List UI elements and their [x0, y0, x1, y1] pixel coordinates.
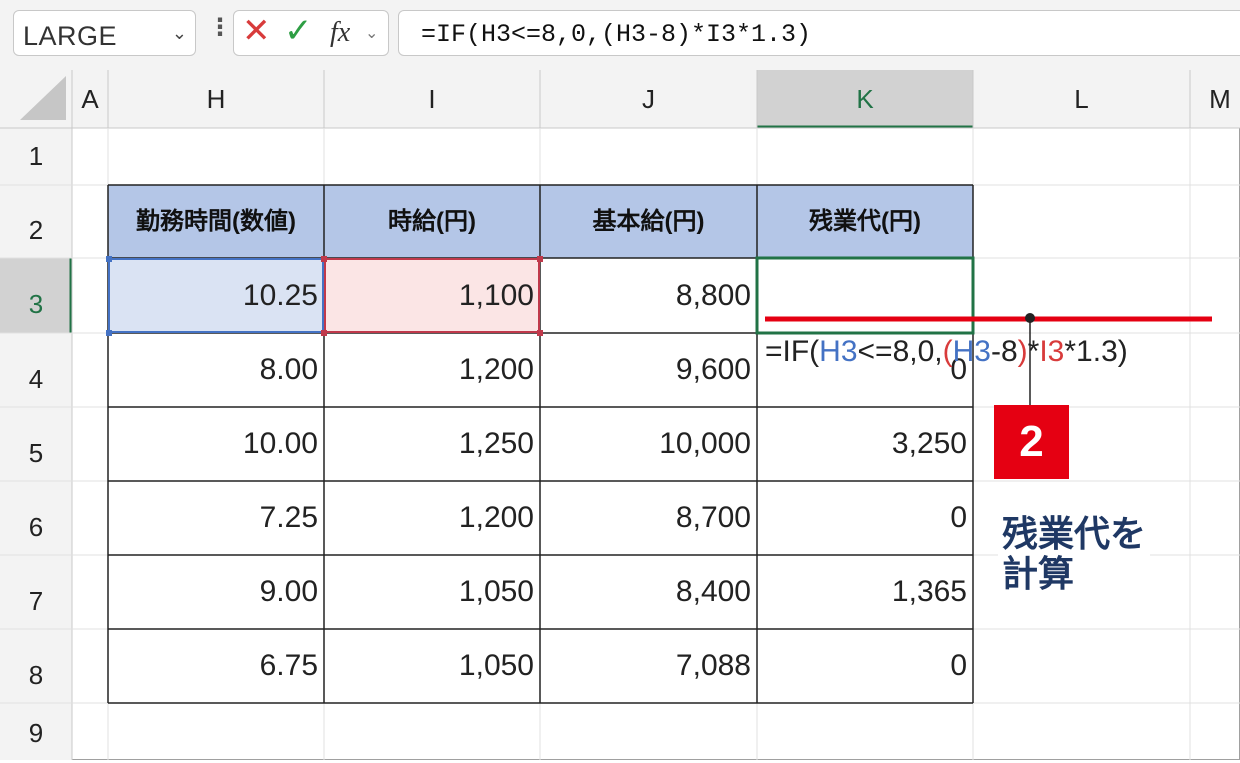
- header-overtime-pay[interactable]: 残業代(円): [757, 185, 973, 258]
- callout-line-1: 残業代を: [1002, 513, 1147, 554]
- formula-text: =IF(H3<=8,0,(H3-8)*I3*1.3): [421, 20, 812, 49]
- cell-j6[interactable]: 8,700: [540, 481, 757, 555]
- reference-h3: H3: [819, 335, 858, 368]
- formula-bar: LARGE ⌄ ⋮ ✕ ✓ fx ⌄ =IF(H3<=8,0,(H3-8)*I3…: [0, 0, 1240, 70]
- column-header-j[interactable]: J: [540, 70, 757, 128]
- cell-h5[interactable]: 10.00: [108, 407, 324, 481]
- row-header-4[interactable]: 4: [0, 333, 72, 407]
- cell-i6[interactable]: 1,200: [324, 481, 540, 555]
- cell-j8[interactable]: 7,088: [540, 629, 757, 703]
- formula-part: -8: [990, 335, 1018, 368]
- callout-text: 残業代を 計算: [998, 512, 1151, 596]
- row-header-9[interactable]: 9: [0, 703, 72, 760]
- cell-k3-editing[interactable]: =IF(H3<=8,0,(H3-8)*I3*1.3): [765, 335, 1128, 369]
- chevron-down-icon[interactable]: ⌄: [365, 23, 378, 43]
- more-options-icon[interactable]: ⋮: [208, 16, 232, 40]
- header-hourly-wage[interactable]: 時給(円): [324, 185, 540, 258]
- enter-icon[interactable]: ✓: [284, 14, 313, 48]
- cell-k8[interactable]: 0: [757, 629, 973, 703]
- formula-input[interactable]: =IF(H3<=8,0,(H3-8)*I3*1.3): [398, 10, 1240, 56]
- row-header-7[interactable]: 7: [0, 555, 72, 629]
- reference-i3: I3: [1039, 335, 1065, 368]
- formula-part: *1.3): [1064, 335, 1128, 368]
- column-header-h[interactable]: H: [108, 70, 324, 128]
- cell-j5[interactable]: 10,000: [540, 407, 757, 481]
- formula-part: <=8,0,: [857, 335, 943, 368]
- cell-j7[interactable]: 8,400: [540, 555, 757, 629]
- formula-part: =IF(: [765, 335, 820, 368]
- row-header-1[interactable]: 1: [0, 128, 72, 185]
- name-box[interactable]: LARGE ⌄: [13, 10, 196, 56]
- reference-h3: H3: [952, 335, 991, 368]
- cell-j3[interactable]: 8,800: [540, 258, 757, 333]
- row-header-3[interactable]: 3: [0, 258, 72, 333]
- cell-h6[interactable]: 7.25: [108, 481, 324, 555]
- name-box-value: LARGE: [23, 21, 118, 51]
- cell-k5[interactable]: 3,250: [757, 407, 973, 481]
- cell-h7[interactable]: 9.00: [108, 555, 324, 629]
- cell-i8[interactable]: 1,050: [324, 629, 540, 703]
- column-header-m[interactable]: M: [1190, 70, 1240, 128]
- formula-buttons: ✕ ✓ fx ⌄: [233, 10, 389, 56]
- formula-paren: (: [942, 335, 953, 368]
- row-header-8[interactable]: 8: [0, 629, 72, 703]
- column-header-i[interactable]: I: [324, 70, 540, 128]
- row-header-2[interactable]: 2: [0, 185, 72, 258]
- chevron-down-icon[interactable]: ⌄: [172, 23, 187, 44]
- cell-h4[interactable]: 8.00: [108, 333, 324, 407]
- formula-part: *: [1027, 335, 1040, 368]
- cell-i3[interactable]: 1,100: [324, 258, 540, 333]
- cell-j4[interactable]: 9,600: [540, 333, 757, 407]
- header-base-pay[interactable]: 基本給(円): [540, 185, 757, 258]
- cell-k7[interactable]: 1,365: [757, 555, 973, 629]
- insert-function-icon[interactable]: fx: [330, 17, 350, 49]
- header-work-hours[interactable]: 勤務時間(数値): [108, 185, 324, 258]
- column-header-a[interactable]: A: [72, 70, 108, 128]
- step-badge: 2: [994, 405, 1069, 479]
- cell-i5[interactable]: 1,250: [324, 407, 540, 481]
- cell-k6[interactable]: 0: [757, 481, 973, 555]
- callout-line-2: 計算: [1002, 553, 1075, 594]
- cell-h8[interactable]: 6.75: [108, 629, 324, 703]
- column-header-l[interactable]: L: [973, 70, 1190, 128]
- cell-i4[interactable]: 1,200: [324, 333, 540, 407]
- cell-h3[interactable]: 10.25: [108, 258, 324, 333]
- row-header-6[interactable]: 6: [0, 481, 72, 555]
- cancel-icon[interactable]: ✕: [242, 14, 271, 48]
- formula-paren: ): [1017, 335, 1028, 368]
- cell-i7[interactable]: 1,050: [324, 555, 540, 629]
- column-header-k[interactable]: K: [757, 70, 973, 128]
- row-header-5[interactable]: 5: [0, 407, 72, 481]
